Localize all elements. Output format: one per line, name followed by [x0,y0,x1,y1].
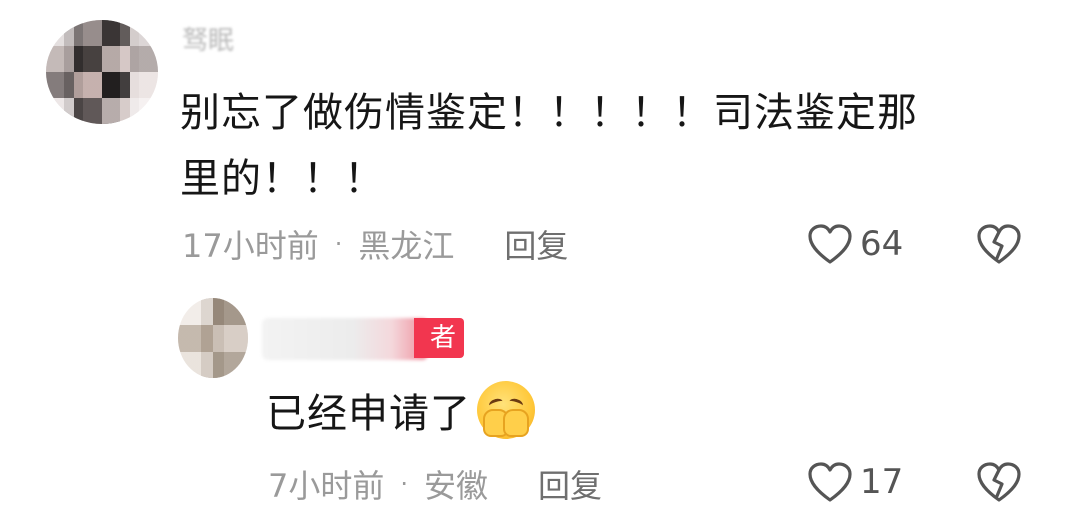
dislike-button[interactable] [975,460,1023,508]
heart-outline-icon [808,462,852,502]
heart-outline-icon [808,224,852,264]
like-button[interactable]: 17 [806,460,903,504]
comment-text: 别忘了做伤情鉴定！！！！！司法鉴定那 里的！！！ [180,80,1040,212]
avatar[interactable] [46,20,158,124]
avatar[interactable] [178,298,248,378]
comment-text: 已经申请了 [266,380,535,440]
comment-location: 黑龙江 [358,227,455,265]
pleading-hands-face-emoji [477,381,535,439]
like-count: 64 [860,224,904,264]
username[interactable] [262,318,428,360]
comment-text-content: 已经申请了 [266,391,471,437]
comment-text-line: 别忘了做伤情鉴定！！！！！司法鉴定那 [180,90,918,136]
reply-button[interactable]: 回复 [538,461,602,507]
comment-thread: 驽眠 别忘了做伤情鉴定！！！！！司法鉴定那 里的！！！ 17小时前 · 黑龙江 … [0,0,1080,528]
broken-heart-icon [977,224,1021,264]
comment-location: 安徽 [424,467,489,505]
author-badge: 者 [414,318,464,358]
comment-meta: 17小时前 · 黑龙江 回复 [182,222,568,266]
comment-text-line: 里的！！！ [180,156,385,202]
comment-time: 7小时前 [268,467,385,505]
meta-separator: · [334,230,343,258]
username[interactable]: 驽眠 [182,24,262,58]
comment-meta: 7小时前 · 安徽 回复 [268,462,602,506]
like-button[interactable]: 64 [806,222,903,266]
reply-button[interactable]: 回复 [504,221,568,267]
comment-time: 17小时前 [182,227,319,265]
dislike-button[interactable] [975,222,1023,270]
broken-heart-icon [977,462,1021,502]
meta-separator: · [400,470,409,498]
like-count: 17 [860,462,904,502]
